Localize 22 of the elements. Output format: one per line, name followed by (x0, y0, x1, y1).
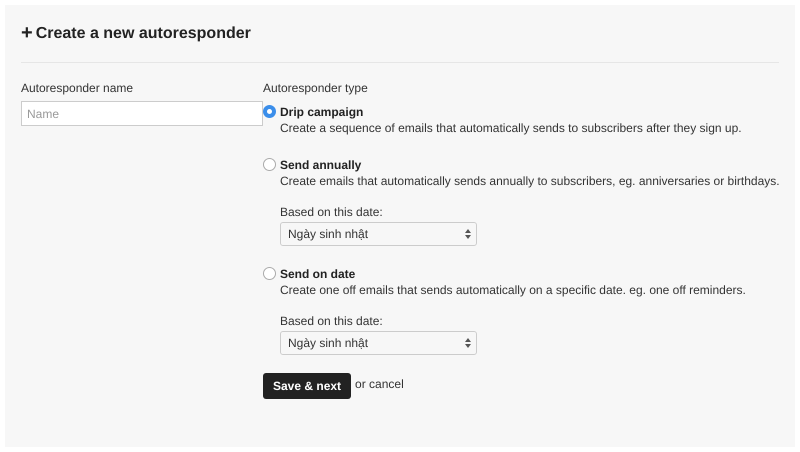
option-description: Create a sequence of emails that automatically sends to subscribers after they sign up. (280, 120, 742, 137)
updown-arrows-icon (465, 229, 471, 239)
field-label: Autoresponder name (21, 81, 134, 95)
option-title: Drip campaign (280, 104, 364, 120)
radio-button[interactable] (263, 158, 276, 171)
date-select[interactable]: Ngày sinh nhật (280, 331, 477, 355)
plus-icon: + (21, 22, 33, 45)
radio-button[interactable] (263, 105, 276, 118)
save-button[interactable]: Save & next (263, 373, 352, 399)
field-label: Autoresponder type (263, 81, 369, 95)
option-title: Send annually (280, 157, 362, 173)
field-label: Based on this date: (280, 204, 384, 220)
radio-button[interactable] (263, 267, 276, 280)
name-field[interactable]: Name (21, 101, 263, 126)
updown-arrows-icon (465, 338, 471, 348)
date-select[interactable]: Ngày sinh nhật (280, 222, 477, 246)
option-title: Send on date (280, 266, 356, 282)
option-description: Create one off emails that sends automatically on a specific date. eg. one off reminders. (280, 282, 746, 299)
page-title: Create a new autoresponder (36, 24, 251, 42)
cancel-link[interactable]: or cancel (355, 377, 404, 391)
option-description: Create emails that automatically sends annually to subscribers, eg. anniversaries or birthdays. (280, 173, 780, 190)
field-label: Based on this date: (280, 313, 384, 329)
